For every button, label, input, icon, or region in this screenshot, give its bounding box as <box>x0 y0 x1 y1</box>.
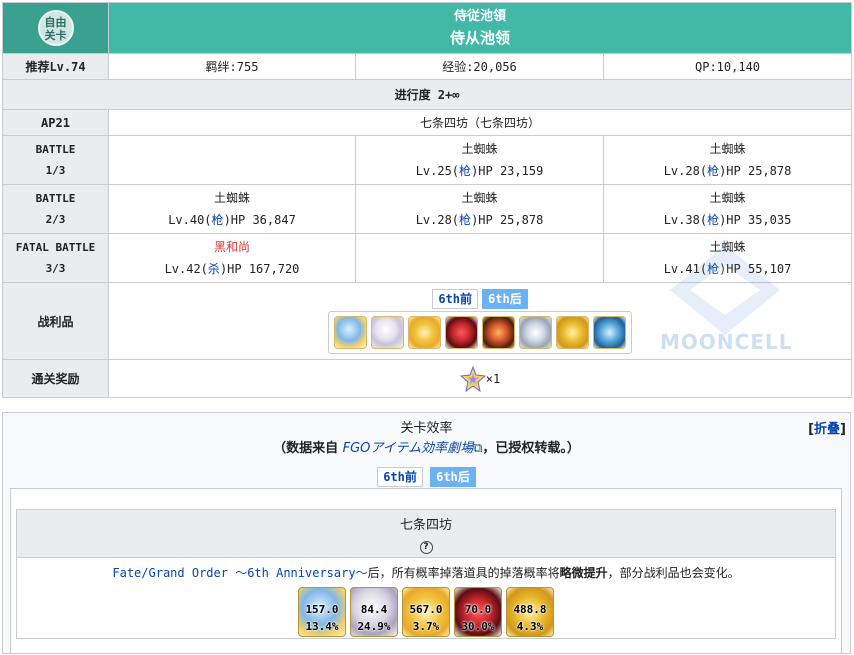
quest-title-cn: 侍从池领 <box>450 28 511 47</box>
ap-per-drop: 84.4 <box>360 603 388 616</box>
battle-3-slot-2-empty <box>355 233 604 283</box>
class-link[interactable]: 枪 <box>212 213 224 227</box>
efficiency-card: 七条四坊 ? Fate/Grand Order ～6th Anniversary… <box>16 509 836 639</box>
battle-2-label: BATTLE 2/3 <box>2 184 109 234</box>
fold-toggle: [折叠] <box>808 422 846 437</box>
ap-per-drop: 488.8 <box>513 603 547 616</box>
gold-gear-icon[interactable]: 567.0 3.7% <box>402 587 450 637</box>
efficiency-title: 关卡效率 <box>400 421 453 436</box>
enemy-name: 土蜘蛛 <box>461 191 498 205</box>
ap-cost: AP21 <box>2 109 109 136</box>
class-link[interactable]: 枪 <box>707 164 719 178</box>
ap-per-drop: 70.0 <box>464 603 492 616</box>
quest-efficiency-panel: [折叠] 关卡效率 （数据来自 FGOアイテム効率劇場⧉，已授权转载。） 6th… <box>2 412 851 654</box>
class-link[interactable]: 枪 <box>459 164 471 178</box>
recommend-level: 推荐Lv.74 <box>2 53 109 80</box>
bond-value: 羁绊:755 <box>108 53 356 80</box>
location-name: 七条四坊（七条四坊） <box>107 109 853 136</box>
progress-label: 进行度 2+∞ <box>1 79 853 110</box>
drop-note: Fate/Grand Order ～6th Anniversary～后，所有概率… <box>112 566 740 580</box>
loot-tabs: 6th前 6th后 <box>432 288 528 309</box>
red-gem-icon[interactable]: 70.0 30.0% <box>454 587 502 637</box>
watermark-text: MOONCELL <box>660 330 793 354</box>
quest-type-cell: 自由 关卡 <box>2 2 109 54</box>
enemy-cell: 土蜘蛛 Lv.40(枪)HP 36,847 <box>108 184 356 234</box>
exp-value: 经验:20,056 <box>355 53 604 80</box>
fold-link[interactable]: 折叠 <box>814 422 840 437</box>
card-title: 七条四坊 <box>399 518 452 533</box>
blue-crystal-icon[interactable] <box>593 315 627 349</box>
efficiency-tab-content: 七条四坊 ? Fate/Grand Order ～6th Anniversary… <box>10 488 842 654</box>
silver-shard-icon[interactable] <box>519 315 553 349</box>
red-gem-icon[interactable] <box>445 315 479 349</box>
ap-per-drop: 567.0 <box>409 603 443 616</box>
quest-title-cell: 侍従池領 侍从池领 <box>107 2 853 54</box>
tab-6th-after[interactable]: 6th后 <box>482 288 528 309</box>
card-header: 七条四坊 ? <box>17 510 835 558</box>
efficiency-tabs: 6th前 6th后 <box>3 467 850 487</box>
drop-rate: 3.7% <box>412 620 440 633</box>
battle-3-label: FATAL BATTLE 3/3 <box>2 233 109 283</box>
enemy-name-link[interactable]: 黑和尚 <box>109 236 355 258</box>
enemy-name: 土蜘蛛 <box>213 191 250 205</box>
enemy-cell: 土蜘蛛 Lv.28(枪)HP 25,878 <box>355 184 604 234</box>
anniversary-link[interactable]: Fate/Grand Order ～6th Anniversary～ <box>112 566 367 580</box>
battle-1-slot-1-empty <box>108 135 356 185</box>
enemy-name: 土蜘蛛 <box>709 142 746 156</box>
enemy-cell: 土蜘蛛 Lv.25(枪)HP 23,159 <box>355 135 604 185</box>
drop-rate: 30.0% <box>461 620 495 633</box>
enemy-cell: 黑和尚 Lv.42(杀)HP 167,720 <box>108 233 356 283</box>
external-link-icon: ⧉ <box>473 441 483 456</box>
gold-coin-icon[interactable]: 488.8 4.3% <box>506 587 554 637</box>
class-link[interactable]: 杀 <box>208 262 220 276</box>
ap-per-drop: 157.0 <box>305 603 339 616</box>
pearl-icon[interactable] <box>371 315 405 349</box>
quest-page: 自由 关卡 侍従池領 侍从池领 推荐Lv.74 羁绊:755 经验:20,056… <box>0 0 854 655</box>
enemy-cell: 土蜘蛛 Lv.28(枪)HP 25,878 <box>602 135 853 185</box>
pearl-icon[interactable]: 84.4 24.9% <box>350 587 398 637</box>
gold-coin-icon[interactable] <box>556 315 590 349</box>
qp-value: QP:10,140 <box>602 53 853 80</box>
loot-label: 战利品 <box>2 282 109 360</box>
battle-1-label: BATTLE 1/3 <box>2 135 109 185</box>
reward-cell: ×1 <box>107 359 853 398</box>
drop-rate: 4.3% <box>516 620 544 633</box>
drop-rate: 24.9% <box>357 620 391 633</box>
class-link[interactable]: 枪 <box>459 213 471 227</box>
blue-orb-icon[interactable]: 157.0 13.4% <box>298 587 346 637</box>
source-link[interactable]: FGOアイテム効率劇場 <box>343 441 473 456</box>
enemy-name: 土蜘蛛 <box>709 191 746 205</box>
flame-claw-icon[interactable] <box>482 315 516 349</box>
loot-list <box>328 310 633 354</box>
quest-title-jp: 侍従池領 <box>454 8 507 24</box>
saint-quartz-icon[interactable] <box>459 365 486 392</box>
reward-count: ×1 <box>485 371 501 386</box>
enemy-cell: 土蜘蛛 Lv.38(枪)HP 35,035 <box>602 184 853 234</box>
blue-orb-icon[interactable] <box>334 315 368 349</box>
tab-6th-before[interactable]: 6th前 <box>432 288 479 309</box>
drop-list: 157.0 13.4% 84.4 24.9% 567.0 3.7% 70.0 3… <box>17 587 835 637</box>
efficiency-header: 关卡效率 （数据来自 FGOアイテム効率劇場⧉，已授权转载。） <box>3 413 850 459</box>
tab-6th-after[interactable]: 6th后 <box>430 467 476 487</box>
reward-label: 通关奖励 <box>2 359 109 398</box>
drop-rate: 13.4% <box>305 620 339 633</box>
tab-6th-before[interactable]: 6th前 <box>377 467 423 487</box>
efficiency-source: （数据来自 FGOアイテム効率劇場⧉，已授权转载。） <box>273 441 580 456</box>
help-icon[interactable]: ? <box>419 541 433 554</box>
class-link[interactable]: 枪 <box>707 213 719 227</box>
gold-gear-icon[interactable] <box>408 315 442 349</box>
enemy-name: 土蜘蛛 <box>461 142 498 156</box>
free-quest-badge: 自由 关卡 <box>37 10 74 46</box>
